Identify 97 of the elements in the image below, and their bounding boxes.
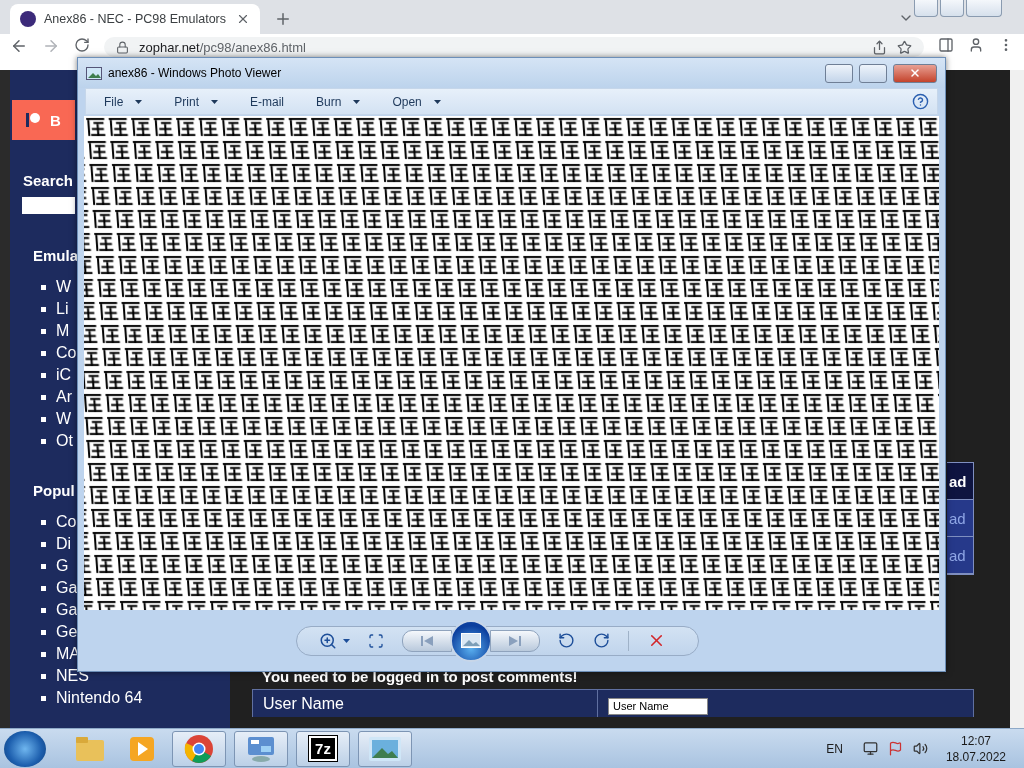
- bullet-icon: [41, 673, 46, 679]
- download-button[interactable]: ad: [947, 500, 973, 537]
- start-button[interactable]: [4, 730, 46, 767]
- play-icon: [129, 735, 155, 762]
- bullet-icon: [41, 350, 46, 356]
- bullet-icon: [41, 629, 46, 635]
- forward-icon[interactable]: [42, 37, 60, 55]
- bullet-icon: [41, 372, 46, 378]
- close-button[interactable]: [893, 63, 937, 83]
- circle-icon: [26, 112, 40, 128]
- sidebar-link[interactable]: iC: [56, 366, 72, 384]
- scrollbar[interactable]: [1010, 70, 1024, 728]
- browser-tab[interactable]: Anex86 - NEC - PC98 Emulators: [10, 4, 260, 34]
- menu-item[interactable]: Burn: [298, 90, 373, 113]
- close-icon[interactable]: [236, 12, 250, 26]
- bullet-icon: [41, 394, 46, 400]
- menu-item[interactable]: File: [86, 90, 155, 113]
- username-field[interactable]: User Name: [608, 697, 708, 715]
- download-button[interactable]: ad: [947, 537, 973, 574]
- bullet-icon: [41, 328, 46, 334]
- chrome-icon: [184, 733, 214, 764]
- rotate-right-button[interactable]: [593, 632, 610, 649]
- address-bar[interactable]: zophar.net/pc98/anex86.html: [104, 37, 924, 57]
- language-indicator[interactable]: EN: [826, 741, 843, 756]
- bullet-icon: [41, 519, 46, 525]
- monitor-icon: [246, 734, 276, 763]
- sidebar-link[interactable]: W: [56, 410, 72, 428]
- bullet-icon: [41, 585, 46, 591]
- taskbar-app[interactable]: 7z: [296, 730, 350, 767]
- minimize-button[interactable]: [825, 63, 853, 83]
- reload-icon[interactable]: [74, 37, 90, 53]
- bullet-icon: [41, 607, 46, 613]
- star-icon[interactable]: [897, 39, 912, 55]
- sidebar-link[interactable]: W: [56, 278, 72, 296]
- rotate-left-button[interactable]: [558, 632, 575, 649]
- menu-item[interactable]: E-mail: [232, 90, 297, 113]
- lock-icon: [116, 40, 129, 54]
- bullet-icon: [41, 416, 46, 422]
- download-button[interactable]: ad: [947, 463, 973, 500]
- caret-icon: [135, 99, 143, 104]
- sidebar-link[interactable]: Ge: [56, 623, 78, 641]
- bullet-icon: [41, 284, 46, 290]
- bullet-icon: [41, 563, 46, 569]
- slideshow-icon: [461, 633, 481, 648]
- profile-icon[interactable]: [968, 37, 984, 53]
- caret-icon: [433, 99, 441, 104]
- sidebar-link[interactable]: Ga: [56, 579, 78, 597]
- bullet-icon: [41, 695, 46, 701]
- login-notice: You need to be logged in to post comments!: [262, 668, 579, 685]
- share-icon[interactable]: [872, 39, 887, 55]
- sidebar-link[interactable]: Li: [56, 300, 69, 318]
- caret-icon: [353, 99, 361, 104]
- caret-icon: [343, 638, 350, 643]
- taskbar-app[interactable]: [172, 730, 226, 767]
- bullet-icon: [41, 541, 46, 547]
- flag-icon[interactable]: [887, 741, 903, 756]
- field-label: User Name: [253, 690, 598, 717]
- fit-button[interactable]: [368, 632, 384, 649]
- slideshow-button[interactable]: [450, 619, 492, 662]
- caret-icon: [211, 99, 219, 104]
- previous-icon: [420, 634, 434, 647]
- photo-icon: [86, 66, 102, 80]
- minimize-button[interactable]: [914, 0, 938, 17]
- sidebar-link[interactable]: Co: [56, 513, 77, 531]
- back-icon[interactable]: [10, 37, 28, 55]
- zoom-button[interactable]: [319, 631, 350, 650]
- bullet-icon: [41, 438, 46, 444]
- sidebar-link[interactable]: Nintendo 64: [56, 689, 143, 707]
- help-icon[interactable]: [912, 93, 929, 110]
- sidebar-link[interactable]: G: [56, 557, 69, 575]
- restore-button[interactable]: [940, 0, 964, 17]
- sidebar-link[interactable]: Ga: [56, 601, 78, 619]
- sidebar-link[interactable]: Co: [56, 344, 77, 362]
- archiver-icon: 7z: [309, 736, 337, 761]
- site-icon: [20, 11, 36, 27]
- close-button[interactable]: [966, 0, 1002, 17]
- sidebar-link[interactable]: M: [56, 322, 70, 340]
- search-field[interactable]: [22, 197, 75, 214]
- bullet-icon: [41, 651, 46, 657]
- taskbar-app[interactable]: [234, 730, 288, 767]
- menu-item[interactable]: Print: [156, 90, 231, 113]
- sidebar-link[interactable]: Ot: [56, 432, 73, 450]
- close-icon: [909, 67, 921, 79]
- sidebar-link[interactable]: Di: [56, 535, 72, 553]
- taskbar-app[interactable]: [358, 730, 412, 767]
- folder-icon: [75, 735, 105, 762]
- sidebar-link[interactable]: Ar: [56, 388, 72, 406]
- volume-icon[interactable]: [912, 741, 928, 756]
- menu-item[interactable]: Open: [374, 90, 453, 113]
- photo-icon: [368, 735, 402, 762]
- maximize-button[interactable]: [859, 63, 887, 83]
- network-icon[interactable]: [862, 741, 878, 756]
- sidebar-icon[interactable]: [938, 37, 954, 53]
- next-icon: [508, 634, 522, 647]
- clock[interactable]: 12:07 18.07.2022: [945, 732, 1006, 765]
- new-tab-icon[interactable]: [274, 10, 292, 28]
- bullet-icon: [41, 306, 46, 312]
